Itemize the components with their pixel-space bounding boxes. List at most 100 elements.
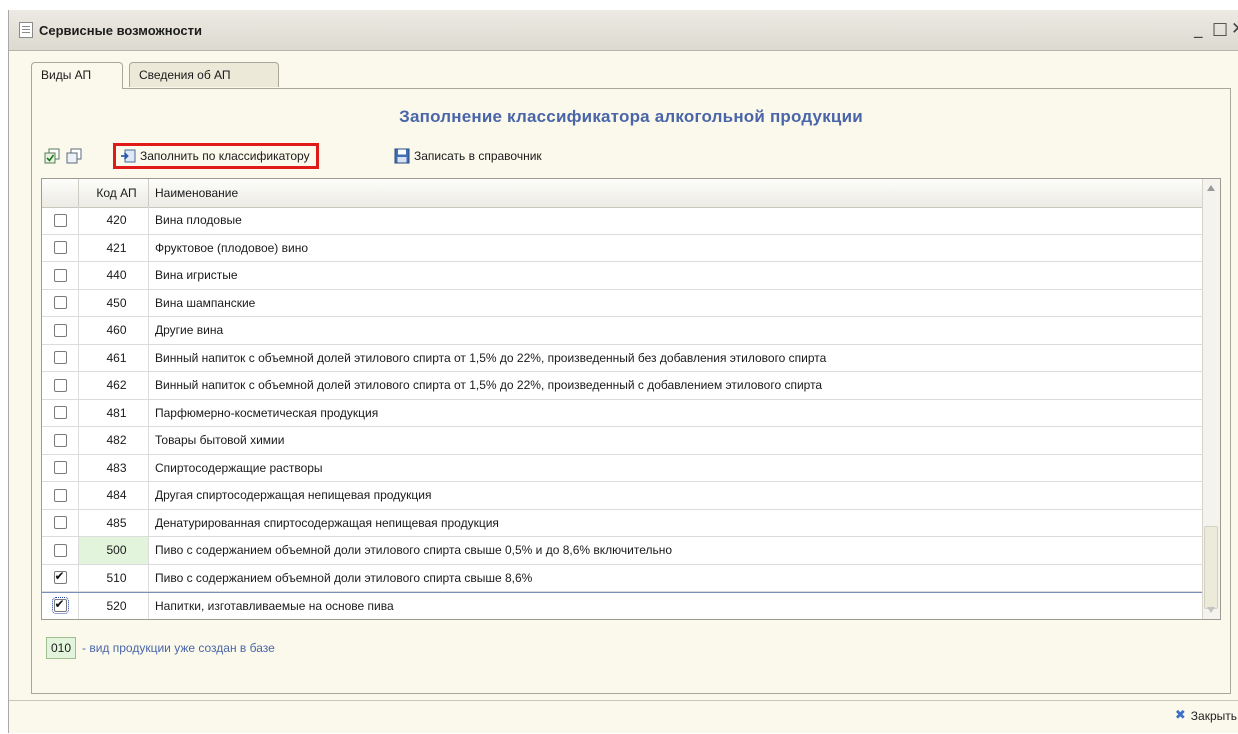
save-icon [394,148,410,164]
window-title: Сервисные возможности [39,23,202,38]
row-code: 485 [79,509,149,536]
scroll-up-icon[interactable] [1207,185,1215,191]
row-checkbox[interactable] [53,569,67,585]
row-code: 482 [79,427,149,454]
row-checkbox[interactable] [53,351,67,365]
table-row[interactable]: 461 Винный напиток с объемной долей этило… [42,344,1204,372]
row-check-cell [42,262,79,289]
table-row[interactable]: 450 Вина шампанские [42,289,1204,317]
table-body: 420 Вина плодовые 421 Фруктовое (плодовое) … [42,207,1204,619]
row-name: Винный напиток с объемной долей этиловог… [155,350,827,365]
close-icon: ✖ [1174,708,1186,723]
row-checkbox[interactable] [53,461,67,475]
row-code: 440 [79,262,149,289]
uncheck-all-icon[interactable] [66,148,82,164]
row-checkbox[interactable] [53,213,67,227]
row-name: Пиво с содержанием объемной доли этилово… [155,570,533,585]
row-name: Парфюмерно-косметическая продукция [155,405,379,420]
row-check-cell [42,372,79,399]
row-check-cell [42,317,79,344]
row-code: 460 [79,317,149,344]
row-name: Напитки, изготавливаемые на основе пива [155,598,394,613]
row-name: Товары бытовой химии [155,433,285,448]
table-row[interactable]: 481 Парфюмерно-косметическая продукция [42,399,1204,427]
row-name: Другие вина [155,323,224,338]
row-check-cell [42,427,79,454]
table-row[interactable]: 520 Напитки, изготавливаемые на основе пи… [42,592,1204,619]
table-row[interactable]: 483 Спиртосодержащие растворы [42,454,1204,482]
row-code: 420 [79,207,149,234]
maximize-button[interactable]: □ [1212,19,1228,39]
row-name: Пиво с содержанием объемной доли этилово… [155,543,673,558]
table-header: Код АП Наименование [42,179,1204,208]
row-check-cell [42,454,79,481]
table-row[interactable]: 484 Другая спиртосодержащая непищевая про… [42,482,1204,510]
vertical-scrollbar[interactable] [1202,179,1220,619]
row-code: 421 [79,234,149,261]
table-row[interactable]: 485 Денатурированная спиртосодержащая неп… [42,509,1204,537]
row-code: 483 [79,454,149,481]
row-check-cell [42,593,79,619]
scroll-thumb[interactable] [1204,526,1218,609]
table-row[interactable]: 462 Винный напиток с объемной долей этило… [42,372,1204,400]
row-code: 520 [79,593,149,619]
row-name: Винный напиток с объемной долей этиловог… [155,378,823,393]
table-row[interactable]: 500 Пиво с содержанием объемной доли этил… [42,537,1204,565]
row-name: Спиртосодержащие растворы [155,460,323,475]
row-name: Денатурированная спиртосодержащая непище… [155,515,499,530]
row-name: Вина шампанские [155,295,256,310]
column-header-name[interactable]: Наименование [149,179,1204,207]
row-name: Вина плодовые [155,213,242,228]
row-code: 481 [79,399,149,426]
row-checkbox[interactable] [53,406,67,420]
legend-sample-code: 010 [46,637,76,659]
legend: 010 - вид продукции уже создан в базе [46,637,275,659]
row-checkbox[interactable] [53,323,67,337]
save-to-directory-button[interactable]: Записать в справочник [394,143,542,169]
row-checkbox[interactable] [53,378,67,392]
row-check-cell [42,509,79,536]
tab-svedeniya-ob-ap[interactable]: Сведения об АП [129,62,279,87]
column-header-check[interactable] [42,179,79,207]
service-window: Сервисные возможности _ □ ✕ Виды АП Свед… [8,10,1238,733]
table-row[interactable]: 440 Вина игристые [42,262,1204,290]
row-code: 500 [79,537,149,564]
row-check-cell [42,537,79,564]
row-code: 462 [79,372,149,399]
column-header-code[interactable]: Код АП [79,179,149,207]
table-row[interactable]: 420 Вина плодовые [42,207,1204,235]
row-checkbox[interactable] [53,516,67,530]
table-row[interactable]: 421 Фруктовое (плодовое) вино [42,234,1204,262]
table-row[interactable]: 510 Пиво с содержанием объемной доли этил… [42,564,1204,592]
close-window-button[interactable]: ✕ [1231,19,1238,39]
table-row[interactable]: 482 Товары бытовой химии [42,427,1204,455]
row-checkbox[interactable] [51,597,69,615]
row-checkbox[interactable] [53,488,67,502]
check-all-icon[interactable] [44,148,60,164]
row-checkbox[interactable] [53,268,67,282]
row-check-cell [42,207,79,234]
fill-button-label: Заполнить по классификатору [140,149,310,163]
table-row[interactable]: 460 Другие вина [42,317,1204,345]
close-button[interactable]: ✖ Закрыть [1175,708,1237,723]
row-check-cell [42,234,79,261]
row-check-cell [42,289,79,316]
tab-panel: Заполнение классификатора алкогольной пр… [31,88,1231,694]
product-types-table: Код АП Наименование 420 Вина плодовые 421 Ф… [41,178,1221,620]
footer-bar: ✖ Закрыть [9,700,1238,734]
minimize-button[interactable]: _ [1194,19,1203,39]
legend-text: - вид продукции уже создан в базе [82,641,275,655]
row-name: Другая спиртосодержащая непищевая продук… [155,488,432,503]
tab-vidy-ap[interactable]: Виды АП [31,62,123,89]
title-bar: Сервисные возможности _ □ ✕ [9,10,1238,51]
row-checkbox[interactable] [53,241,67,255]
row-checkbox[interactable] [53,433,67,447]
row-check-cell [42,564,79,591]
row-checkbox[interactable] [53,296,67,310]
row-code: 450 [79,289,149,316]
fill-from-classifier-button[interactable]: Заполнить по классификатору [113,143,319,169]
fill-classifier-icon [121,149,136,163]
row-checkbox[interactable] [53,543,67,557]
row-check-cell [42,399,79,426]
scroll-down-icon[interactable] [1207,607,1215,613]
